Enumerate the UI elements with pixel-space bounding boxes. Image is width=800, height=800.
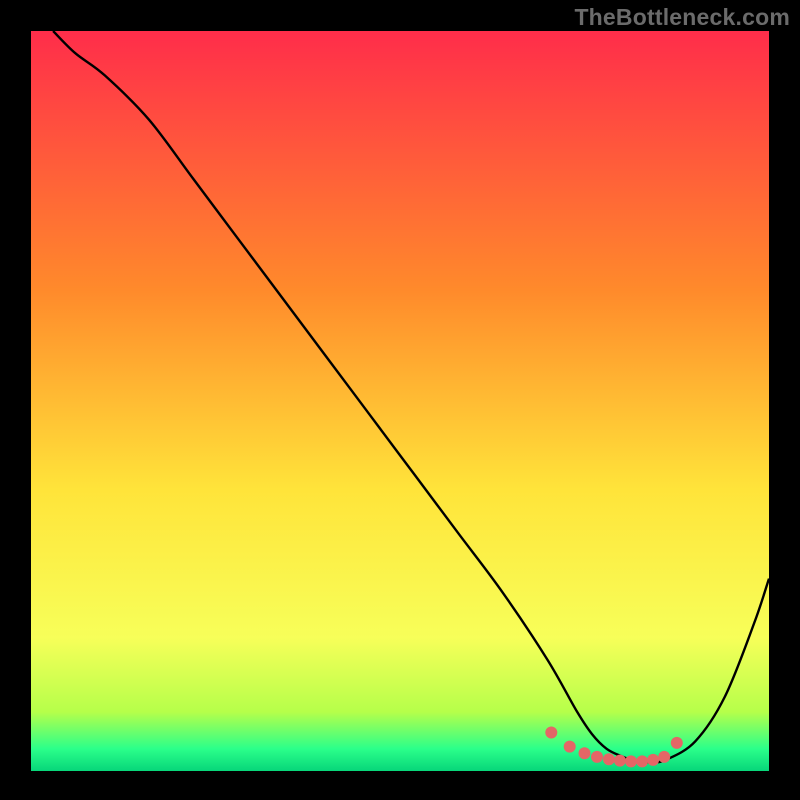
trough-dot <box>625 755 637 767</box>
trough-dot <box>636 755 648 767</box>
plot-background <box>31 31 769 771</box>
trough-dot <box>564 741 576 753</box>
chart-stage: TheBottleneck.com <box>0 0 800 800</box>
trough-dot <box>545 727 557 739</box>
trough-dot <box>671 737 683 749</box>
trough-dot <box>603 753 615 765</box>
trough-dot <box>591 751 603 763</box>
trough-dot <box>647 754 659 766</box>
watermark-text: TheBottleneck.com <box>574 4 790 31</box>
trough-dot <box>614 755 626 767</box>
chart-svg <box>0 0 800 800</box>
trough-dot <box>579 747 591 759</box>
trough-dot <box>658 751 670 763</box>
